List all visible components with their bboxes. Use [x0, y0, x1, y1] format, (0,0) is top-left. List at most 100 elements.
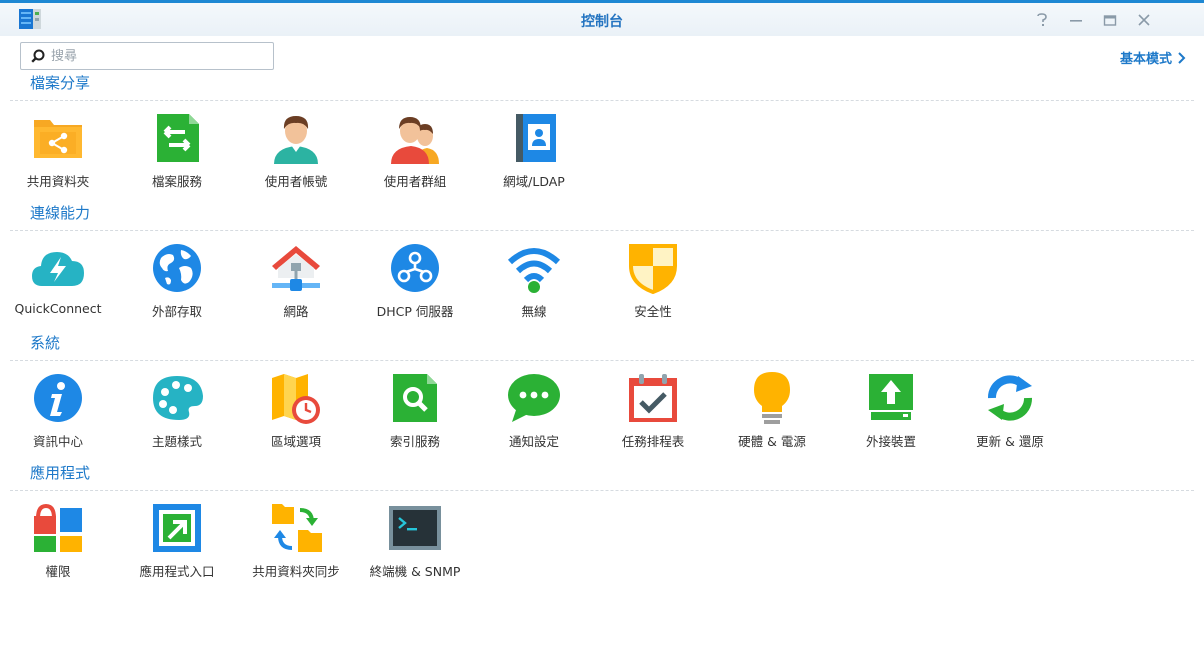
control-panel-item[interactable]: 通知設定 [476, 370, 592, 460]
regional-options-icon [268, 370, 324, 426]
info-center-icon [30, 370, 86, 426]
maximize-icon[interactable] [1098, 8, 1122, 32]
application-portal-icon [149, 500, 205, 556]
control-panel-item-label: 網路 [283, 304, 309, 319]
control-panel-item[interactable]: 安全性 [595, 240, 711, 330]
wireless-icon [506, 240, 562, 296]
control-panel-item[interactable]: 任務排程表 [595, 370, 711, 460]
control-panel-item-label: 資訊中心 [32, 434, 83, 449]
control-panel-item-label: 區域選項 [270, 434, 321, 449]
privileges-icon [30, 500, 86, 556]
control-panel-item-label: 安全性 [634, 304, 672, 319]
external-devices-icon [863, 370, 919, 426]
control-panel-item-label: 硬體 & 電源 [738, 434, 806, 449]
dhcp-server-icon [387, 240, 443, 296]
search-box[interactable] [20, 42, 274, 70]
control-panel-item[interactable]: QuickConnect [0, 240, 116, 330]
control-panel-item[interactable]: 外接裝置 [833, 370, 949, 460]
section-items: QuickConnect 外部存取 網路 DHCP 伺服器 無線 安全性 [0, 226, 1194, 330]
section-title: 系統 [30, 334, 61, 352]
control-panel-item[interactable]: 檔案服務 [119, 110, 235, 200]
search-input[interactable] [49, 47, 263, 65]
section-title: 連線能力 [30, 204, 91, 222]
hardware-power-icon [744, 370, 800, 426]
quickconnect-icon [30, 240, 86, 296]
network-icon [268, 240, 324, 296]
control-panel-item-label: 使用者群組 [383, 174, 447, 189]
control-panel-item[interactable]: 網路 [238, 240, 354, 330]
control-panel-item[interactable]: 無線 [476, 240, 592, 330]
title-bar[interactable]: 控制台 [0, 3, 1204, 36]
help-icon[interactable] [1030, 8, 1054, 32]
minimize-icon[interactable] [1064, 8, 1088, 32]
notification-icon [506, 370, 562, 426]
control-panel-item[interactable]: 使用者帳號 [238, 110, 354, 200]
control-panel-window: 控制台 基本模式 檔案分享共用資料夾 檔案服務 使用者帳號 使用者群組 網域/LDAP 連… [0, 0, 1204, 659]
close-icon[interactable] [1132, 8, 1156, 32]
control-panel-item[interactable]: 更新 & 還原 [952, 370, 1068, 460]
section-divider [10, 490, 1194, 491]
control-panel-item-label: 網域/LDAP [503, 174, 565, 189]
control-panel-item[interactable]: 使用者群組 [357, 110, 473, 200]
control-panel-item-label: 外部存取 [151, 304, 202, 319]
shared-folder-sync-icon [268, 500, 324, 556]
group-icon [387, 110, 443, 166]
control-panel-item[interactable]: 資訊中心 [0, 370, 116, 460]
control-panel-item[interactable]: 主題樣式 [119, 370, 235, 460]
section-divider [10, 100, 1194, 101]
control-panel-sections: 檔案分享共用資料夾 檔案服務 使用者帳號 使用者群組 網域/LDAP 連線能力 QuickC… [0, 70, 1204, 590]
control-panel-item-label: 更新 & 還原 [976, 434, 1044, 449]
user-icon [268, 110, 324, 166]
section: 連線能力 QuickConnect 外部存取 網路 DHCP 伺服器 無線 安全性 [0, 200, 1204, 330]
control-panel-item-label: 共用資料夾 [26, 174, 90, 189]
control-panel-item-label: 無線 [521, 304, 547, 319]
control-panel-item-label: 權限 [45, 564, 71, 579]
search-icon [31, 49, 45, 63]
control-panel-item[interactable]: 終端機 & SNMP [357, 500, 473, 590]
section-items: 共用資料夾 檔案服務 使用者帳號 使用者群組 網域/LDAP [0, 96, 1194, 200]
window-title: 控制台 [581, 14, 623, 30]
control-panel-item-label: 共用資料夾同步 [252, 564, 340, 579]
section-items: 資訊中心 主題樣式 區域選項 索引服務 通知設定 任務排程表 硬體 & 電源 外接裝置 更新 &… [0, 356, 1194, 460]
control-panel-item[interactable]: 區域選項 [238, 370, 354, 460]
control-panel-item-label: 通知設定 [508, 434, 559, 449]
terminal-snmp-icon [387, 500, 443, 556]
external-access-icon [149, 240, 205, 296]
basic-mode-label: 基本模式 [1119, 52, 1172, 67]
control-panel-item[interactable]: 權限 [0, 500, 116, 590]
theme-palette-icon [149, 370, 205, 426]
update-restore-icon [982, 370, 1038, 426]
control-panel-item-label: DHCP 伺服器 [376, 304, 454, 319]
section-divider [10, 230, 1194, 231]
control-panel-item-label: 主題樣式 [151, 434, 202, 449]
section-title: 應用程式 [30, 464, 91, 482]
file-services-icon [149, 110, 205, 166]
control-panel-item[interactable]: DHCP 伺服器 [357, 240, 473, 330]
control-panel-item[interactable]: 索引服務 [357, 370, 473, 460]
domain-ldap-icon [506, 110, 562, 166]
section: 檔案分享共用資料夾 檔案服務 使用者帳號 使用者群組 網域/LDAP [0, 70, 1204, 200]
control-panel-item[interactable]: 共用資料夾同步 [238, 500, 354, 590]
control-panel-item-label: 外接裝置 [865, 434, 916, 449]
task-scheduler-icon [625, 370, 681, 426]
control-panel-item[interactable]: 應用程式入口 [119, 500, 235, 590]
control-panel-item[interactable]: 網域/LDAP [476, 110, 592, 200]
control-panel-item-label: 終端機 & SNMP [369, 564, 461, 579]
section-title: 檔案分享 [30, 74, 91, 92]
chevron-right-icon [1178, 51, 1186, 64]
section-items: 權限 應用程式入口 共用資料夾同步 終端機 & SNMP [0, 486, 1194, 590]
control-panel-item[interactable]: 共用資料夾 [0, 110, 116, 200]
section-divider [10, 360, 1194, 361]
control-panel-item[interactable]: 硬體 & 電源 [714, 370, 830, 460]
control-panel-item-label: 任務排程表 [621, 434, 685, 449]
control-panel-item-label: 索引服務 [389, 434, 440, 449]
control-panel-item-label: QuickConnect [14, 301, 102, 316]
basic-mode-link[interactable]: 基本模式 [1120, 48, 1186, 67]
shared-folder-icon [30, 110, 86, 166]
control-panel-item-label: 應用程式入口 [139, 564, 215, 579]
indexing-service-icon [387, 370, 443, 426]
control-panel-item-label: 使用者帳號 [264, 174, 328, 189]
security-icon [625, 240, 681, 296]
control-panel-item[interactable]: 外部存取 [119, 240, 235, 330]
control-panel-item-label: 檔案服務 [151, 174, 202, 189]
